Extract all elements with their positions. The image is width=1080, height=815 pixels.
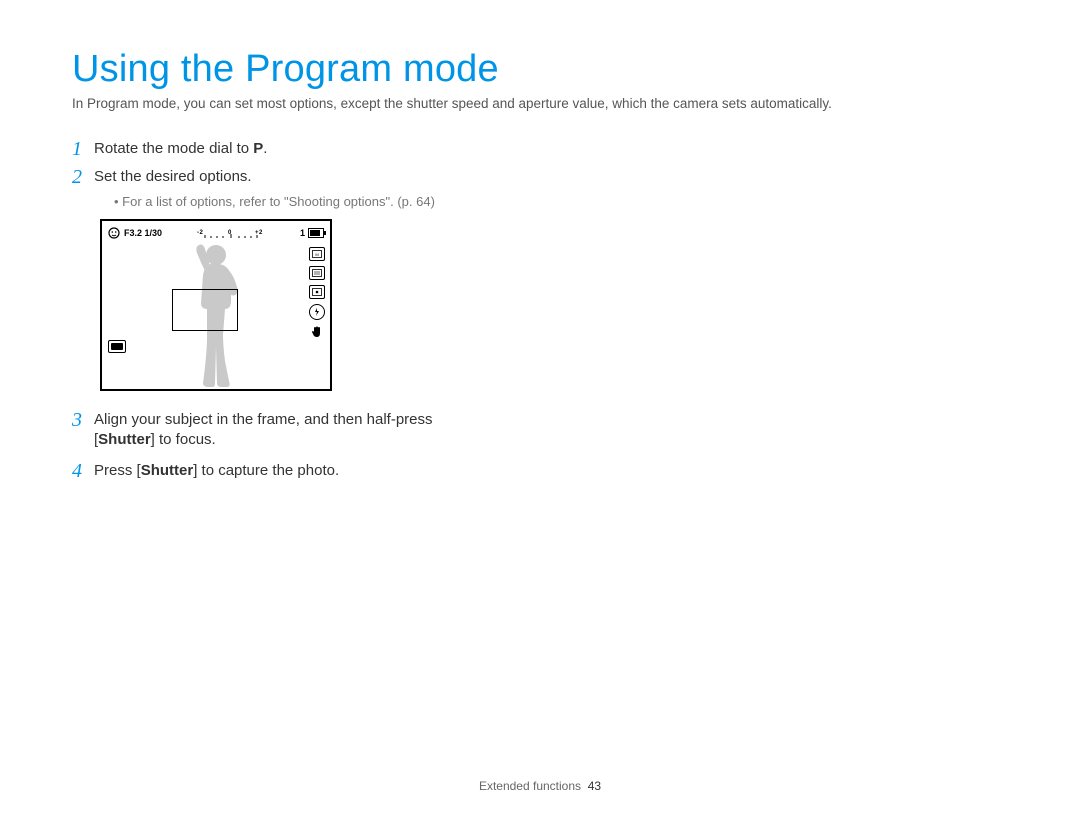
step-number: 2	[72, 166, 94, 188]
step-text: Set the desired options.	[94, 166, 252, 187]
steps-list: 1 Rotate the mode dial to P. 2 Set the d…	[72, 138, 592, 483]
step-number: 4	[72, 460, 94, 482]
quality-icon	[309, 266, 325, 280]
shutter-label: Shutter	[98, 431, 151, 448]
shutter-label: Shutter	[141, 462, 194, 479]
battery-icon	[308, 228, 324, 238]
footer-page-number: 43	[588, 779, 601, 793]
step-1: 1 Rotate the mode dial to P.	[72, 138, 592, 160]
step-text: Align your subject in the frame, and the…	[94, 409, 433, 451]
lcd-right-icons: M	[309, 247, 325, 341]
step-3: 3 Align your subject in the frame, and t…	[72, 409, 592, 451]
page-title: Using the Program mode	[72, 48, 1008, 91]
step3-line1: Align your subject in the frame, and the…	[94, 411, 433, 428]
step-text: Press [Shutter] to capture the photo.	[94, 460, 339, 481]
lcd-top-right: 1	[300, 228, 324, 238]
aperture-shutter-readout: F3.2 1/30	[124, 228, 162, 238]
resolution-icon: M	[309, 247, 325, 261]
camera-lcd: F3.2 1/30 -2 0 +2	[100, 219, 332, 391]
svg-text:+2: +2	[255, 230, 263, 236]
step-4: 4 Press [Shutter] to capture the photo.	[72, 460, 592, 482]
step1-pre: Rotate the mode dial to	[94, 140, 253, 157]
mode-p-icon: P	[253, 140, 263, 157]
step1-post: .	[263, 140, 267, 157]
af-frame	[172, 289, 238, 331]
intro-text: In Program mode, you can set most option…	[72, 95, 1008, 114]
step-2: 2 Set the desired options.	[72, 166, 592, 188]
page-footer: Extended functions 43	[0, 779, 1080, 793]
lcd-illustration: F3.2 1/30 -2 0 +2	[100, 219, 592, 391]
step-text: Rotate the mode dial to P.	[94, 138, 267, 159]
ois-icon	[310, 325, 324, 341]
footer-section: Extended functions	[479, 779, 581, 793]
step4-post: ] to capture the photo.	[193, 462, 339, 479]
lcd-top-left: F3.2 1/30	[108, 227, 162, 239]
svg-text:M: M	[315, 252, 318, 257]
step-2-bullet: For a list of options, refer to "Shootin…	[114, 194, 592, 209]
step-number: 1	[72, 138, 94, 160]
step4-pre: Press [	[94, 462, 141, 479]
manual-page: Using the Program mode In Program mode, …	[0, 0, 1080, 482]
svg-text:-2: -2	[197, 230, 203, 236]
step-number: 3	[72, 409, 94, 431]
flash-off-icon	[309, 304, 325, 320]
drive-mode-icon	[108, 340, 126, 353]
metering-icon	[309, 285, 325, 299]
shots-remaining: 1	[300, 228, 305, 238]
step3-post: ] to focus.	[151, 431, 216, 448]
face-detect-icon	[108, 227, 120, 239]
